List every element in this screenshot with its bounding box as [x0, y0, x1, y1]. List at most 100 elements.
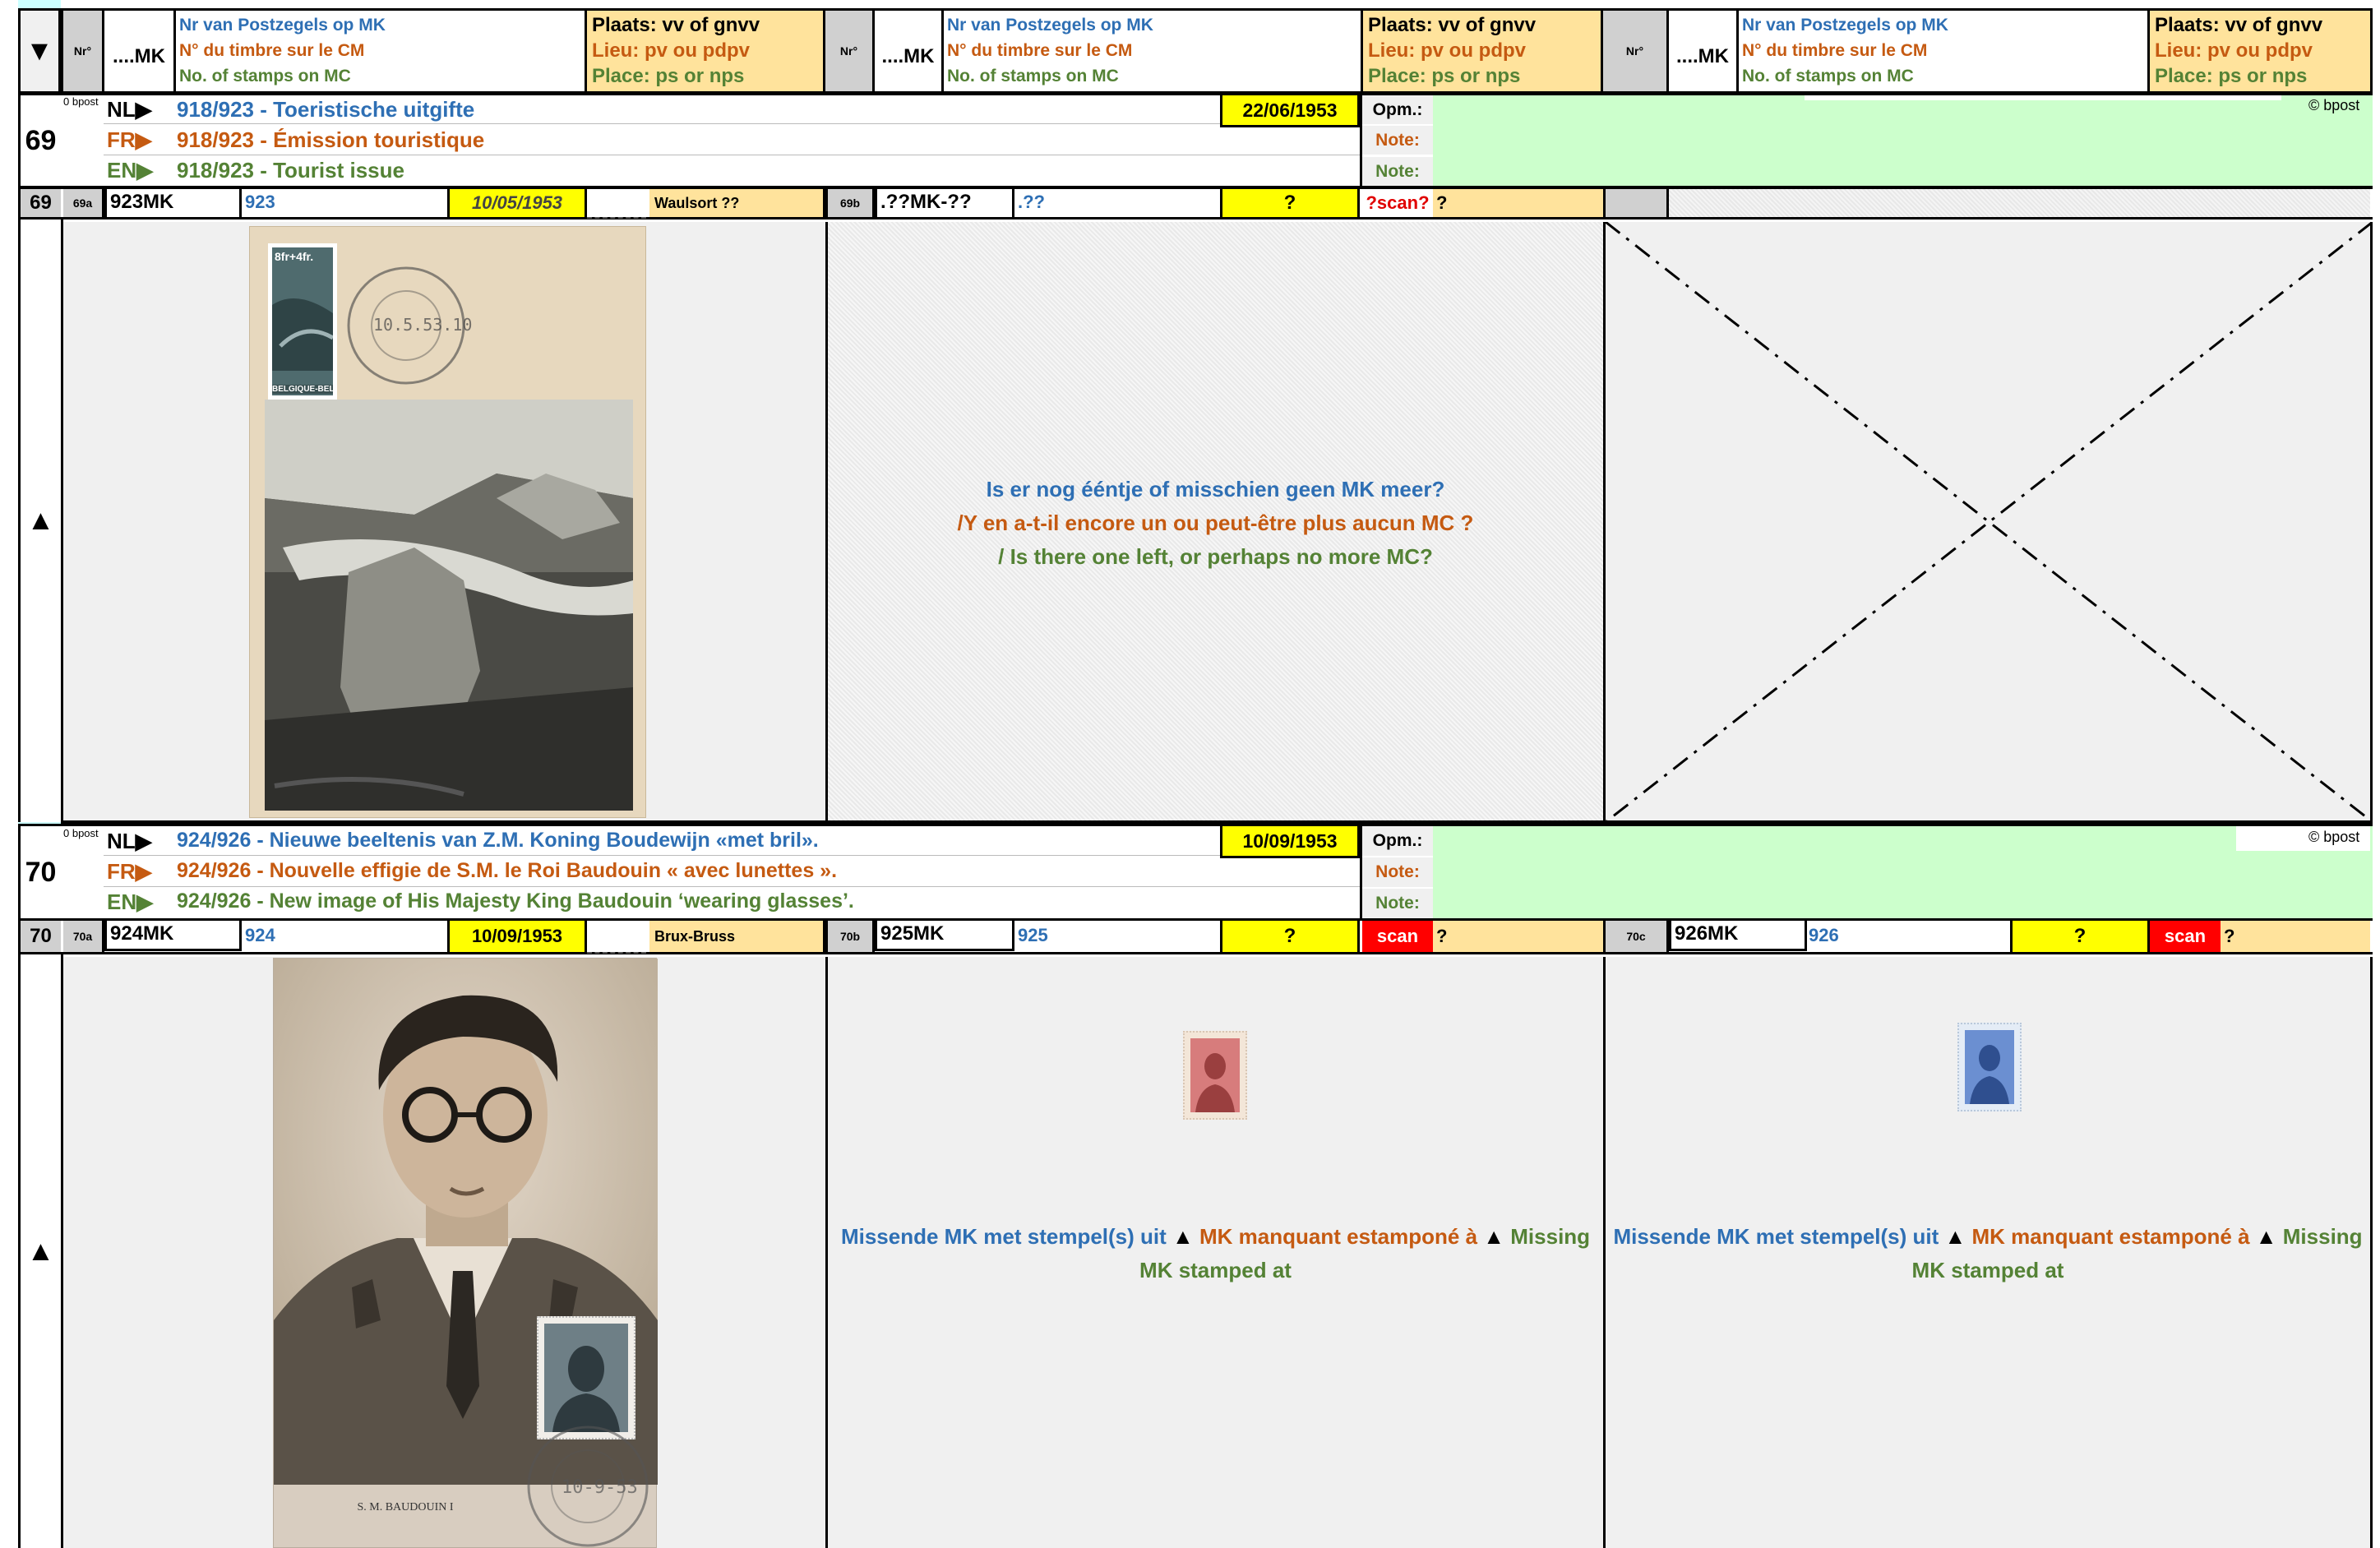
note-label: Note:: [1362, 157, 1433, 186]
up-triangle-icon: ▲: [1483, 1224, 1505, 1249]
divider: [2370, 957, 2373, 1548]
postmark-place: Brux-Bruss: [649, 921, 825, 952]
postmark-date: ?: [1220, 918, 1360, 954]
card-id-empty: [1603, 189, 1669, 217]
maximum-card-70a: 10-9-53 S. M. BAUDOUIN I: [273, 958, 658, 1548]
svg-text:10.5.53.10: 10.5.53.10: [373, 315, 472, 335]
header-place-labels: Plaats: vv of gnvv Lieu: pv ou pdpv Plac…: [2150, 11, 2370, 91]
empty-slot: [1669, 189, 2370, 217]
scan-status[interactable]: ?scan?: [1362, 189, 1433, 217]
divider: [2370, 222, 2373, 822]
group-number: 69: [18, 187, 63, 219]
copyright: © bpost: [2308, 829, 2360, 845]
lang-tag-nl: NL▶: [107, 97, 152, 122]
remarks-field[interactable]: [1433, 95, 2373, 186]
header-mk: ....MK: [1669, 11, 1739, 91]
note-label: Note:: [1362, 857, 1433, 887]
lang-tag-nl: NL▶: [107, 829, 152, 853]
issue-date: 10/09/1953: [1220, 824, 1360, 858]
up-triangle-icon: ▲: [1172, 1224, 1194, 1249]
header-mk: ....MK: [875, 11, 944, 91]
expand-arrow-icon[interactable]: ▲: [18, 219, 63, 822]
postmark-place: ?: [2221, 921, 2370, 952]
remarks-field[interactable]: [1433, 826, 2373, 918]
divider: [104, 123, 1360, 124]
card-mk: .??MK-??: [875, 187, 1014, 219]
title-nl: 924/926 - Nieuwe beeltenis van Z.M. Koni…: [177, 829, 819, 852]
divider: [587, 952, 646, 954]
header-mk: ....MK: [104, 11, 176, 91]
divider: [587, 217, 646, 219]
group-number: 70: [18, 918, 63, 954]
card-id: 70b: [825, 921, 875, 952]
header-stamp-labels: Nr van Postzegels op MK N° du timbre sur…: [944, 11, 1363, 91]
header-place-labels: Plaats: vv of gnvv Lieu: pv ou pdpv Plac…: [1363, 11, 1603, 91]
opm-label: Opm.:: [1362, 826, 1433, 856]
note-label: Note:: [1362, 889, 1433, 918]
card-caption: S. M. BAUDOUIN I: [357, 1501, 454, 1513]
card-id: 70a: [63, 921, 104, 952]
postmark-date: ?: [2010, 918, 2150, 954]
title-fr: 918/923 - Émission touristique: [177, 127, 485, 152]
missing-card-70b: Missende MK met stempel(s) uit ▲ MK manq…: [828, 957, 1603, 1548]
stamp-portrait-red: [1190, 1038, 1240, 1112]
opm-label: Opm.:: [1362, 95, 1433, 124]
postmark-date: ?: [1220, 187, 1360, 219]
svg-text:10-9-53: 10-9-53: [561, 1477, 638, 1498]
card-mk: 925MK: [875, 918, 1014, 951]
title-fr: 924/926 - Nouvelle effigie de S.M. le Ro…: [177, 859, 838, 882]
stamp-number: 924: [245, 925, 275, 945]
stamp-925: [1183, 1031, 1247, 1120]
card-mk: 926MK: [1669, 918, 1807, 951]
stamp-number: 925: [1018, 925, 1048, 945]
header-nr: Nr°: [825, 11, 875, 91]
empty-card-slot: [1605, 220, 2373, 824]
issue-date: 22/06/1953: [1220, 93, 1360, 127]
expand-arrow-icon[interactable]: ▲: [18, 954, 63, 1548]
divider: [104, 886, 1360, 887]
divider: [104, 855, 1360, 856]
stamp-926: [1957, 1023, 2022, 1111]
header-nr: Nr°: [63, 11, 104, 91]
stamp-portrait-blue: [1965, 1030, 2014, 1104]
maximum-card-69a: 8fr+4fr. BELGIQUE-BELGIE 10.5.53.10: [249, 226, 646, 818]
header-nr: Nr°: [1603, 11, 1669, 91]
stamp-portrait: [552, 1346, 620, 1432]
postmark-69a: 10.5.53.10: [347, 266, 472, 385]
catalog-sheet: ▼ Nr° ....MK Nr van Postzegels op MK N° …: [0, 0, 2380, 1548]
stamp-number: 926: [1809, 925, 1839, 945]
title-en: 918/923 - Tourist issue: [177, 158, 404, 183]
group-number: 70: [18, 824, 63, 921]
header-stamp-labels: Nr van Postzegels op MK N° du timbre sur…: [176, 11, 587, 91]
collapse-arrow-icon[interactable]: ▼: [18, 8, 61, 94]
lang-tag-fr: FR▶: [107, 127, 152, 152]
group-number: 69: [18, 93, 63, 188]
bpost-mark: 0 bpost: [63, 827, 99, 839]
bpost-mark: 0 bpost: [63, 95, 99, 108]
scan-button[interactable]: scan: [2150, 921, 2221, 952]
stamp-69a: 8fr+4fr. BELGIQUE-BELGIE: [268, 243, 337, 400]
divider: [61, 820, 2373, 825]
up-triangle-icon: ▲: [1944, 1224, 1966, 1249]
card-id: 69a: [63, 189, 104, 217]
card-mk: 923MK: [104, 187, 242, 219]
note-label: Note:: [1362, 126, 1433, 155]
lang-tag-en: EN▶: [107, 890, 154, 914]
stamp-number: 923: [245, 192, 275, 212]
stamp-number: .??: [1018, 192, 1045, 212]
missing-card-70c: Missende MK met stempel(s) uit ▲ MK manq…: [1606, 957, 2370, 1548]
postmark-date: 10/05/1953: [447, 187, 587, 219]
up-triangle-icon: ▲: [2255, 1224, 2277, 1249]
postmark-place: Waulsort ??: [649, 189, 825, 217]
postmark-place: ?: [1433, 921, 1603, 952]
scan-button[interactable]: scan: [1362, 921, 1433, 952]
title-nl: 918/923 - Toeristische uitgifte: [177, 97, 475, 122]
lang-tag-en: EN▶: [107, 158, 154, 183]
header-place-labels: Plaats: vv of gnvv Lieu: pv ou pdpv Plac…: [587, 11, 825, 91]
postmark-place: ?: [1433, 189, 1603, 217]
card-id: 69b: [825, 189, 875, 217]
lang-tag-fr: FR▶: [107, 859, 152, 884]
stamp-landscape: [272, 298, 333, 371]
postmark-date: 10/09/1953: [447, 918, 587, 954]
missing-card-69b: Is er nog ééntje of misschien geen MK me…: [828, 222, 1603, 822]
